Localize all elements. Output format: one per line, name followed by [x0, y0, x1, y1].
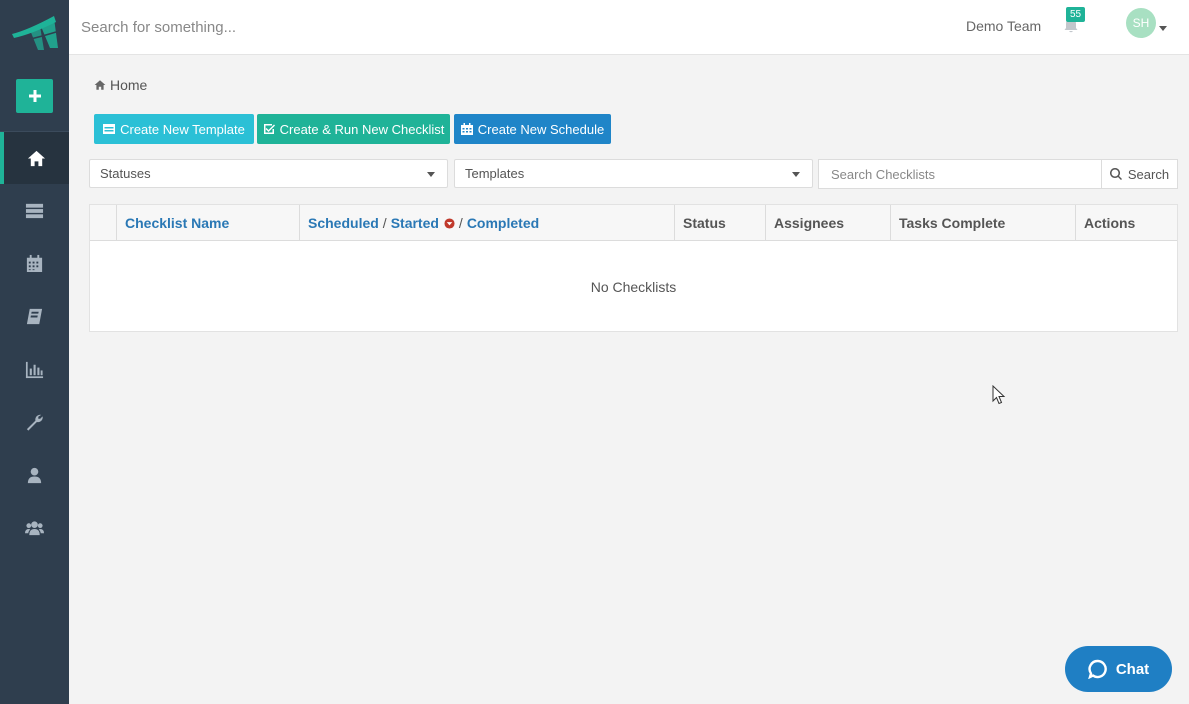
sidebar-item-schedules[interactable] [0, 237, 69, 289]
search-button-label: Search [1127, 166, 1170, 182]
column-header-tasks-complete: Tasks Complete [890, 205, 1075, 241]
sidebar [0, 0, 69, 704]
column-header-assignees: Assignees [765, 205, 890, 241]
user-icon [27, 467, 42, 483]
wrench-icon [26, 414, 43, 431]
home-icon [27, 150, 46, 166]
templates-select-value: Templates [465, 166, 525, 181]
search-icon [1109, 168, 1122, 180]
global-search-input[interactable] [81, 17, 481, 37]
create-run-checklist-button[interactable]: Create & Run New Checklist [257, 114, 450, 144]
search-button[interactable]: Search [1101, 159, 1178, 189]
book-icon [26, 308, 43, 324]
user-avatar[interactable]: SH [1126, 8, 1156, 38]
empty-state-message: No Checklists [590, 279, 677, 295]
create-schedule-button[interactable]: Create New Schedule [454, 114, 611, 144]
notification-count-badge: 55 [1066, 7, 1086, 22]
chat-bubble-icon [1088, 659, 1107, 679]
chat-button[interactable]: Chat [1065, 646, 1172, 692]
sidebar-item-settings[interactable] [0, 396, 69, 448]
select-column-header [90, 205, 117, 241]
column-header-status: Status [674, 205, 765, 241]
list-icon [25, 203, 44, 218]
team-switcher[interactable]: Demo Team [966, 18, 1041, 34]
chevron-down-icon [427, 172, 435, 177]
sort-desc-icon[interactable] [444, 217, 455, 229]
statuses-select-value: Statuses [100, 166, 151, 181]
create-template-label: Create New Template [120, 121, 245, 137]
checklists-table: Checklist Name Scheduled / Started / Com… [89, 204, 1178, 332]
topbar: Demo Team 55 SH [69, 0, 1189, 55]
separator: / [458, 215, 463, 231]
checklist-search-input[interactable] [818, 159, 1101, 189]
chat-button-label: Chat [1115, 660, 1150, 678]
users-icon [25, 520, 44, 535]
create-run-checklist-label: Create & Run New Checklist [279, 121, 445, 137]
sidebar-item-checklists[interactable] [0, 184, 69, 236]
sidebar-item-reports[interactable] [0, 343, 69, 395]
mouse-cursor-icon [992, 385, 1006, 405]
app-logo[interactable] [10, 12, 60, 52]
logo-icon [12, 16, 58, 50]
breadcrumb: Home [94, 77, 147, 93]
calendar-icon [26, 254, 43, 272]
templates-select[interactable]: Templates [454, 159, 813, 188]
home-icon [94, 80, 106, 90]
chevron-down-icon[interactable] [1159, 26, 1167, 31]
sidebar-item-teams[interactable] [0, 502, 69, 554]
template-icon [103, 124, 116, 134]
check-square-icon [263, 124, 275, 134]
column-header-actions: Actions [1075, 205, 1177, 241]
chevron-down-icon [792, 172, 800, 177]
add-button[interactable] [16, 79, 53, 113]
create-template-button[interactable]: Create New Template [94, 114, 254, 144]
sort-by-scheduled[interactable]: Scheduled [308, 215, 379, 231]
sort-by-started[interactable]: Started [391, 215, 439, 231]
sidebar-item-users[interactable] [0, 449, 69, 501]
calendar-icon [460, 123, 473, 135]
bar-chart-icon [25, 361, 44, 378]
sidebar-item-templates[interactable] [0, 290, 69, 342]
sort-by-completed[interactable]: Completed [467, 215, 539, 231]
plus-icon [28, 90, 41, 102]
sort-by-checklist-name[interactable]: Checklist Name [125, 215, 229, 231]
create-schedule-label: Create New Schedule [477, 121, 605, 137]
sidebar-item-home[interactable] [0, 132, 69, 184]
table-header: Checklist Name Scheduled / Started / Com… [90, 205, 1177, 241]
column-header-dates: Scheduled / Started / Completed [299, 205, 674, 241]
column-header-checklist-name: Checklist Name [116, 205, 299, 241]
statuses-select[interactable]: Statuses [89, 159, 448, 188]
separator: / [382, 215, 387, 231]
breadcrumb-home[interactable]: Home [110, 77, 147, 93]
